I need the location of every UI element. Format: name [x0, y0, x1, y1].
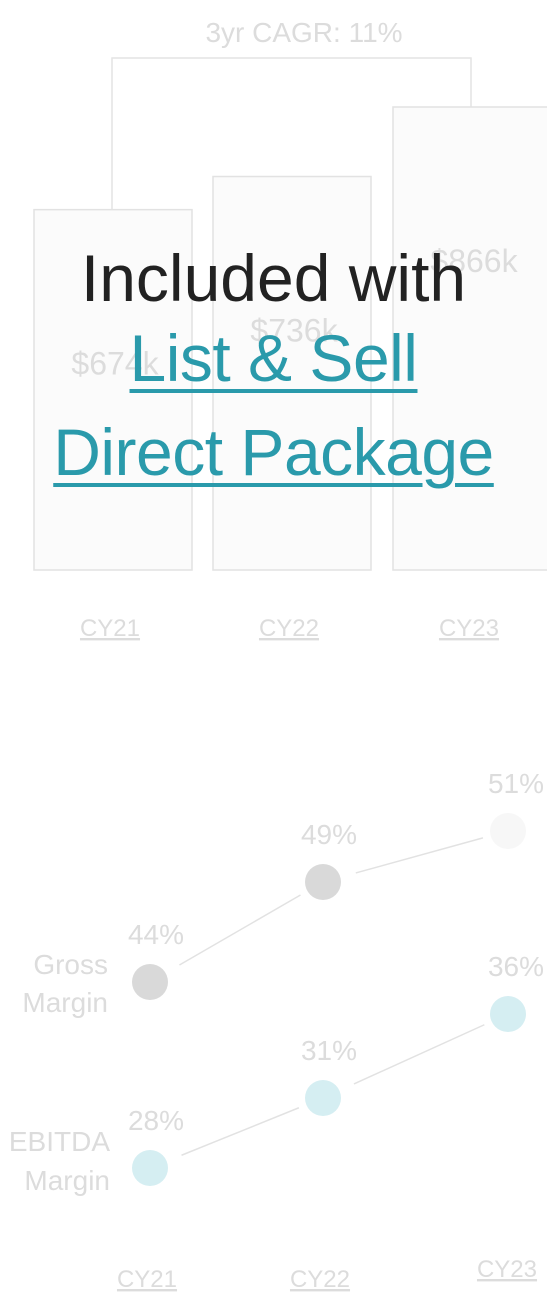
series-segment	[355, 837, 484, 874]
series-name-label: Margin	[24, 1165, 110, 1196]
series-segment	[353, 1024, 485, 1085]
series-point	[305, 1080, 341, 1116]
series-point	[490, 813, 526, 849]
series-name-label: Margin	[22, 987, 108, 1018]
point-value-label: 28%	[128, 1105, 184, 1136]
package-callout: Included with List & Sell Direct Package	[0, 245, 547, 499]
series-point	[132, 1150, 168, 1186]
series-segment	[179, 894, 301, 966]
bar-category-label: CY22	[259, 615, 319, 642]
package-link-line1: List & Sell	[129, 321, 418, 395]
series-point	[132, 964, 168, 1000]
line-category-label: CY22	[290, 1266, 350, 1292]
series-name-label: Gross	[33, 949, 108, 980]
point-value-label: 31%	[301, 1035, 357, 1066]
bar-category-label: CY21	[80, 615, 140, 642]
series-segment	[181, 1107, 300, 1156]
point-value-label: 36%	[488, 951, 544, 982]
point-value-label: 49%	[301, 819, 357, 850]
package-link[interactable]: List & Sell Direct Package	[0, 311, 547, 499]
cagr-annotation: 3yr CAGR: 11%	[205, 17, 402, 48]
point-value-label: 44%	[128, 919, 184, 950]
series-point	[305, 864, 341, 900]
financial-charts: 3yr CAGR: 11% $674kCY21$736kCY22$866kCY2…	[9, 17, 547, 1292]
margin-line-chart: 44% 49% 51% Gross Margin 28% 31% 36% EBITDA Margi…	[9, 768, 544, 1292]
series-point	[490, 996, 526, 1032]
line-category-label: CY21	[117, 1266, 177, 1292]
point-value-label: 51%	[488, 768, 544, 799]
package-link-line2: Direct Package	[53, 415, 494, 489]
series-name-label: EBITDA	[9, 1126, 110, 1157]
line-category-label: CY23	[477, 1256, 537, 1283]
callout-headline: Included with	[80, 241, 467, 315]
bar-category-label: CY23	[439, 615, 499, 642]
